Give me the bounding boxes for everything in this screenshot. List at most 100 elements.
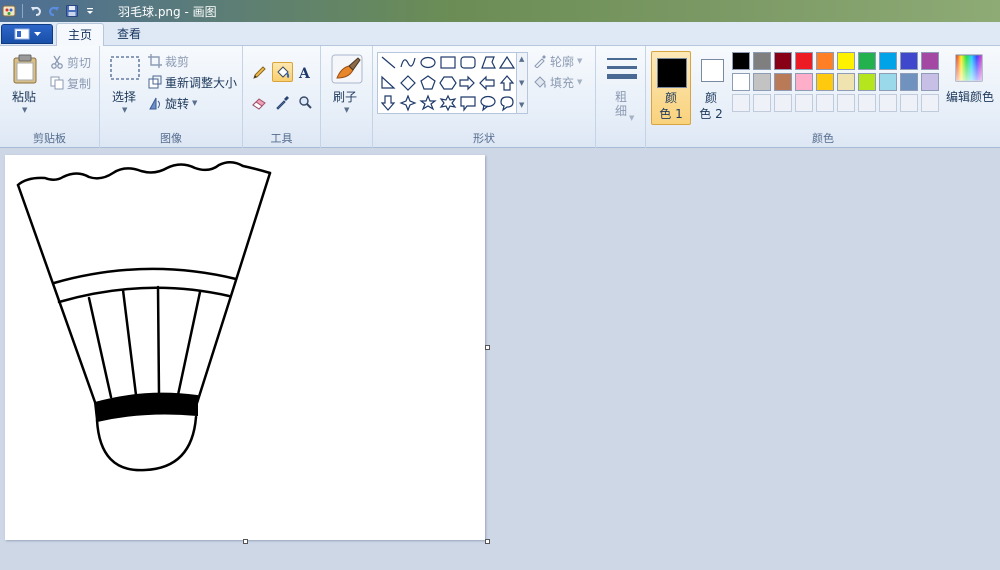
rotate-dropdown-icon: ▼ bbox=[192, 99, 198, 107]
palette-swatch[interactable] bbox=[816, 52, 834, 70]
custom-color-slot[interactable] bbox=[753, 94, 771, 112]
crop-button[interactable]: 裁剪 bbox=[148, 52, 189, 70]
paint-menu-icon bbox=[14, 28, 29, 40]
size-dropdown-icon: ▼ bbox=[629, 114, 635, 122]
gallery-scroll-down-icon[interactable]: ▼ bbox=[519, 79, 524, 87]
save-icon[interactable] bbox=[63, 2, 81, 20]
quick-access-toolbar bbox=[0, 2, 99, 20]
edit-colors-button[interactable]: 编辑颜色 bbox=[946, 52, 996, 116]
palette-swatch[interactable] bbox=[795, 73, 813, 91]
palette-swatch[interactable] bbox=[795, 52, 813, 70]
palette-swatch[interactable] bbox=[921, 73, 939, 91]
custom-color-slot[interactable] bbox=[858, 94, 876, 112]
fill-tool[interactable] bbox=[272, 62, 293, 82]
copy-button[interactable]: 复制 bbox=[50, 74, 91, 92]
custom-color-slot[interactable] bbox=[837, 94, 855, 112]
select-button[interactable]: 选择 ▼ bbox=[106, 52, 144, 116]
palette-swatch[interactable] bbox=[837, 73, 855, 91]
color1-label-line2: 色 1 bbox=[659, 107, 683, 121]
brushes-button[interactable]: 刷子 ▼ bbox=[327, 52, 367, 116]
canvas-resize-handle-corner[interactable] bbox=[485, 539, 490, 544]
gallery-expand-icon[interactable]: ▼ bbox=[519, 101, 524, 109]
oval-shape-icon bbox=[420, 56, 436, 69]
line-size-icon bbox=[607, 58, 637, 79]
shape-fill-button[interactable]: 填充 ▼ bbox=[533, 73, 582, 91]
crop-label: 裁剪 bbox=[165, 54, 190, 69]
rotate-icon bbox=[149, 97, 160, 110]
tab-home[interactable]: 主页 bbox=[56, 23, 105, 47]
palette-swatch[interactable] bbox=[858, 52, 876, 70]
color2-label-line1: 颜 bbox=[704, 91, 717, 105]
color1-button[interactable]: 颜 色 1 bbox=[651, 51, 691, 125]
clipboard-icon bbox=[13, 54, 37, 84]
brush-icon bbox=[331, 54, 363, 84]
size-button[interactable]: 粗 细 ▼ bbox=[602, 52, 640, 124]
shapes-gallery-scrollbar[interactable]: ▲ ▼ ▼ bbox=[517, 52, 528, 114]
palette-swatch[interactable] bbox=[900, 73, 918, 91]
shapes-gallery bbox=[377, 52, 517, 114]
rectangle-shape-icon bbox=[440, 56, 456, 69]
palette-swatch[interactable] bbox=[753, 73, 771, 91]
palette-swatch[interactable] bbox=[837, 52, 855, 70]
line-shape-icon bbox=[381, 56, 396, 69]
color2-swatch bbox=[701, 59, 724, 82]
resize-button[interactable]: 重新调整大小 bbox=[148, 73, 237, 91]
qat-customize-icon[interactable] bbox=[81, 2, 99, 20]
palette-swatch[interactable] bbox=[900, 52, 918, 70]
palette-swatch[interactable] bbox=[858, 73, 876, 91]
custom-color-slot[interactable] bbox=[879, 94, 897, 112]
palette-swatch[interactable] bbox=[732, 52, 750, 70]
brushes-label: 刷子 bbox=[333, 90, 358, 104]
color-picker-icon bbox=[276, 95, 289, 110]
paste-button[interactable]: 粘贴 ▼ bbox=[8, 52, 44, 116]
pencil-tool[interactable] bbox=[249, 62, 270, 82]
five-point-star-shape-icon bbox=[419, 94, 437, 111]
outline-button[interactable]: 轮廓 ▼ bbox=[533, 52, 582, 70]
palette-swatch[interactable] bbox=[879, 73, 897, 91]
palette-swatch[interactable] bbox=[774, 73, 792, 91]
paint-app-icon[interactable] bbox=[0, 2, 18, 20]
color-picker-tool[interactable] bbox=[272, 92, 293, 112]
eraser-tool[interactable] bbox=[249, 92, 270, 112]
text-tool[interactable]: A bbox=[295, 62, 316, 82]
custom-color-slot[interactable] bbox=[795, 94, 813, 112]
palette-swatch[interactable] bbox=[753, 52, 771, 70]
palette-swatch[interactable] bbox=[774, 52, 792, 70]
shapes-group-label: 形状 bbox=[473, 132, 495, 145]
eraser-icon bbox=[252, 97, 266, 110]
canvas-resize-handle-right[interactable] bbox=[485, 345, 490, 350]
image-group-label: 图像 bbox=[160, 132, 182, 145]
cloud-callout-shape-icon bbox=[500, 96, 514, 112]
palette-swatch[interactable] bbox=[921, 52, 939, 70]
custom-color-slot[interactable] bbox=[732, 94, 750, 112]
outline-dropdown-icon: ▼ bbox=[577, 57, 583, 65]
custom-color-slot[interactable] bbox=[774, 94, 792, 112]
chevron-down-icon bbox=[33, 31, 41, 36]
color2-label-line2: 色 2 bbox=[699, 107, 723, 121]
pencil-icon bbox=[253, 65, 266, 79]
palette-swatch[interactable] bbox=[732, 73, 750, 91]
qat-separator bbox=[22, 4, 23, 18]
clipboard-group: 粘贴 ▼ 剪切 复制 剪贴板 bbox=[0, 46, 100, 148]
paint-menu-button[interactable] bbox=[1, 24, 53, 44]
six-point-star-shape-icon bbox=[439, 94, 457, 112]
four-point-star-shape-icon bbox=[399, 94, 417, 112]
palette-swatch[interactable] bbox=[816, 73, 834, 91]
undo-icon[interactable] bbox=[27, 2, 45, 20]
canvas-resize-handle-bottom[interactable] bbox=[243, 539, 248, 544]
cut-button[interactable]: 剪切 bbox=[50, 53, 91, 71]
custom-color-slot[interactable] bbox=[900, 94, 918, 112]
outline-label: 轮廓 bbox=[550, 54, 575, 69]
size-group: 粗 细 ▼ bbox=[596, 46, 646, 148]
custom-color-slot[interactable] bbox=[816, 94, 834, 112]
magnifier-tool[interactable] bbox=[295, 92, 316, 112]
palette-swatch[interactable] bbox=[879, 52, 897, 70]
redo-icon[interactable] bbox=[45, 2, 63, 20]
custom-color-slot[interactable] bbox=[921, 94, 939, 112]
rotate-button[interactable]: 旋转 ▼ bbox=[148, 94, 197, 112]
gallery-scroll-up-icon[interactable]: ▲ bbox=[519, 55, 524, 63]
tab-view[interactable]: 查看 bbox=[106, 23, 152, 46]
color2-button[interactable]: 颜 色 2 bbox=[691, 51, 731, 125]
drawing-canvas[interactable] bbox=[5, 155, 485, 540]
rounded-callout-shape-icon bbox=[460, 96, 476, 112]
